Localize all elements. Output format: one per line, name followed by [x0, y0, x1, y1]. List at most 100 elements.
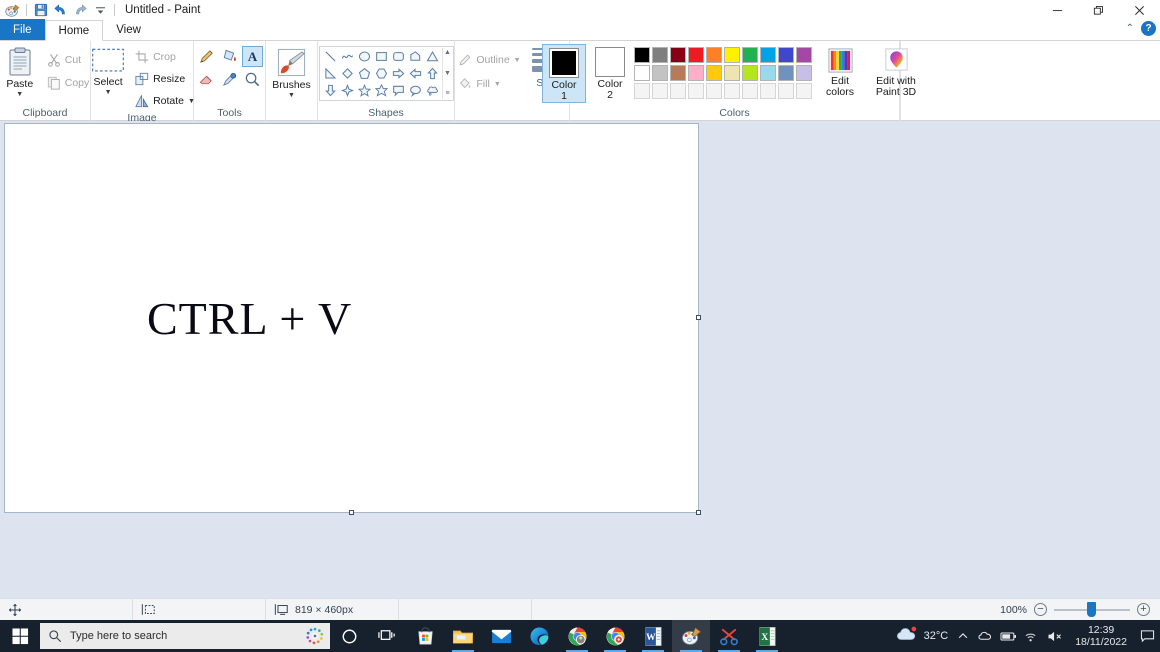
crop-button[interactable]: Crop	[131, 47, 199, 67]
fill-button[interactable]: Fill ▼	[454, 74, 524, 94]
microsoft-store-icon[interactable]	[406, 620, 444, 652]
canvas-resize-handle-east[interactable]	[696, 315, 701, 320]
custom-palette-swatch[interactable]	[724, 83, 740, 99]
snipping-tool-icon[interactable]	[710, 620, 748, 652]
paint-icon[interactable]	[672, 620, 710, 652]
palette-swatch[interactable]	[634, 65, 650, 81]
palette-swatch[interactable]	[724, 47, 740, 63]
cortana-icon[interactable]	[330, 620, 368, 652]
file-explorer-icon[interactable]	[444, 620, 482, 652]
shape-six-point-star[interactable]	[373, 82, 390, 99]
shape-triangle[interactable]	[424, 48, 441, 65]
shape-curve[interactable]	[339, 48, 356, 65]
palette-swatch[interactable]	[706, 47, 722, 63]
shape-right-arrow[interactable]	[390, 65, 407, 82]
pencil-tool[interactable]	[196, 46, 217, 67]
canvas-resize-handle-southeast[interactable]	[696, 510, 701, 515]
palette-swatch[interactable]	[760, 47, 776, 63]
zoom-in-button[interactable]: +	[1137, 603, 1150, 616]
microsoft-word-icon[interactable]: W	[634, 620, 672, 652]
magnifier-tool[interactable]	[242, 69, 263, 90]
custom-palette-swatch[interactable]	[652, 83, 668, 99]
custom-palette-swatch[interactable]	[706, 83, 722, 99]
custom-palette-swatch[interactable]	[760, 83, 776, 99]
custom-palette-swatch[interactable]	[670, 83, 686, 99]
eraser-tool[interactable]	[196, 69, 217, 90]
minimize-button[interactable]	[1037, 0, 1078, 20]
palette-swatch[interactable]	[742, 65, 758, 81]
weather-widget[interactable]: 32°C	[896, 626, 948, 646]
shape-four-point-star[interactable]	[339, 82, 356, 99]
rotate-button[interactable]: Rotate ▼	[131, 91, 199, 111]
custom-palette-swatch[interactable]	[742, 83, 758, 99]
chevron-down-icon[interactable]: ▼	[514, 57, 521, 64]
color-picker-tool[interactable]	[219, 69, 240, 90]
custom-palette-swatch[interactable]	[634, 83, 650, 99]
shape-oval[interactable]	[356, 48, 373, 65]
palette-swatch[interactable]	[742, 47, 758, 63]
drawing-canvas[interactable]: CTRL + V	[4, 123, 701, 515]
shape-rounded-callout[interactable]	[390, 82, 407, 99]
chevron-down-icon[interactable]: ▼	[16, 91, 23, 98]
text-tool[interactable]: A	[242, 46, 263, 67]
palette-swatch[interactable]	[652, 47, 668, 63]
brushes-button[interactable]: Brushes ▼	[269, 44, 315, 99]
microsoft-excel-icon[interactable]: X	[748, 620, 786, 652]
help-icon[interactable]: ?	[1141, 21, 1156, 36]
action-center-icon[interactable]	[1139, 626, 1156, 646]
palette-swatch[interactable]	[796, 47, 812, 63]
shapes-scroll-up-icon[interactable]: ▲	[444, 49, 451, 57]
close-button[interactable]	[1119, 0, 1160, 20]
clock[interactable]: 12:39 18/11/2022	[1069, 624, 1133, 648]
palette-swatch[interactable]	[670, 47, 686, 63]
color-1-button[interactable]: Color 1	[542, 44, 586, 103]
shape-down-arrow[interactable]	[322, 82, 339, 99]
zoom-slider-thumb[interactable]	[1087, 602, 1097, 617]
shapes-more-icon[interactable]: ≡	[445, 90, 449, 98]
edit-colors-button[interactable]: Edit colors	[819, 44, 861, 98]
palette-swatch[interactable]	[796, 65, 812, 81]
palette-swatch[interactable]	[706, 65, 722, 81]
palette-swatch[interactable]	[634, 47, 650, 63]
canvas-resize-handle-south[interactable]	[348, 510, 354, 515]
shape-diamond[interactable]	[339, 65, 356, 82]
chevron-down-icon[interactable]: ▼	[105, 89, 112, 96]
shape-left-arrow[interactable]	[407, 65, 424, 82]
palette-swatch[interactable]	[778, 47, 794, 63]
collapse-ribbon-icon[interactable]: ⌃	[1126, 23, 1134, 34]
shapes-scrollbar[interactable]: ▲ ▼ ≡	[441, 48, 453, 99]
redo-icon[interactable]	[72, 2, 89, 19]
mail-icon[interactable]	[482, 620, 520, 652]
cortana-circle-icon[interactable]	[306, 627, 324, 645]
shape-five-point-star[interactable]	[356, 82, 373, 99]
resize-button[interactable]: Resize	[131, 69, 199, 89]
palette-swatch[interactable]	[688, 65, 704, 81]
paste-button[interactable]: Paste ▼	[0, 44, 43, 98]
wifi-icon[interactable]	[1023, 626, 1040, 646]
edit-with-paint3d-button[interactable]: Edit with Paint 3D	[865, 44, 927, 98]
task-view-icon[interactable]	[368, 620, 406, 652]
customize-quick-access-toolbar-icon[interactable]	[92, 2, 109, 19]
palette-swatch[interactable]	[760, 65, 776, 81]
custom-palette-swatch[interactable]	[778, 83, 794, 99]
tab-view[interactable]: View	[103, 19, 154, 40]
search-input[interactable]: Type here to search	[40, 623, 330, 649]
restore-button[interactable]	[1078, 0, 1119, 20]
shape-up-arrow[interactable]	[424, 65, 441, 82]
palette-swatch[interactable]	[724, 65, 740, 81]
chevron-down-icon[interactable]: ▼	[288, 92, 295, 99]
start-button[interactable]	[0, 620, 40, 652]
palette-swatch[interactable]	[778, 65, 794, 81]
onedrive-icon[interactable]	[977, 626, 994, 646]
show-hidden-icons-icon[interactable]	[954, 626, 971, 646]
save-icon[interactable]	[32, 2, 49, 19]
palette-swatch[interactable]	[670, 65, 686, 81]
palette-swatch[interactable]	[688, 47, 704, 63]
outline-button[interactable]: Outline ▼	[454, 50, 524, 70]
fill-with-color-tool[interactable]	[219, 46, 240, 67]
paint-app-icon[interactable]	[4, 2, 21, 19]
google-chrome-icon[interactable]	[558, 620, 596, 652]
shape-rounded-rectangle[interactable]	[390, 48, 407, 65]
shape-pentagon[interactable]	[356, 65, 373, 82]
shape-right-triangle[interactable]	[322, 65, 339, 82]
